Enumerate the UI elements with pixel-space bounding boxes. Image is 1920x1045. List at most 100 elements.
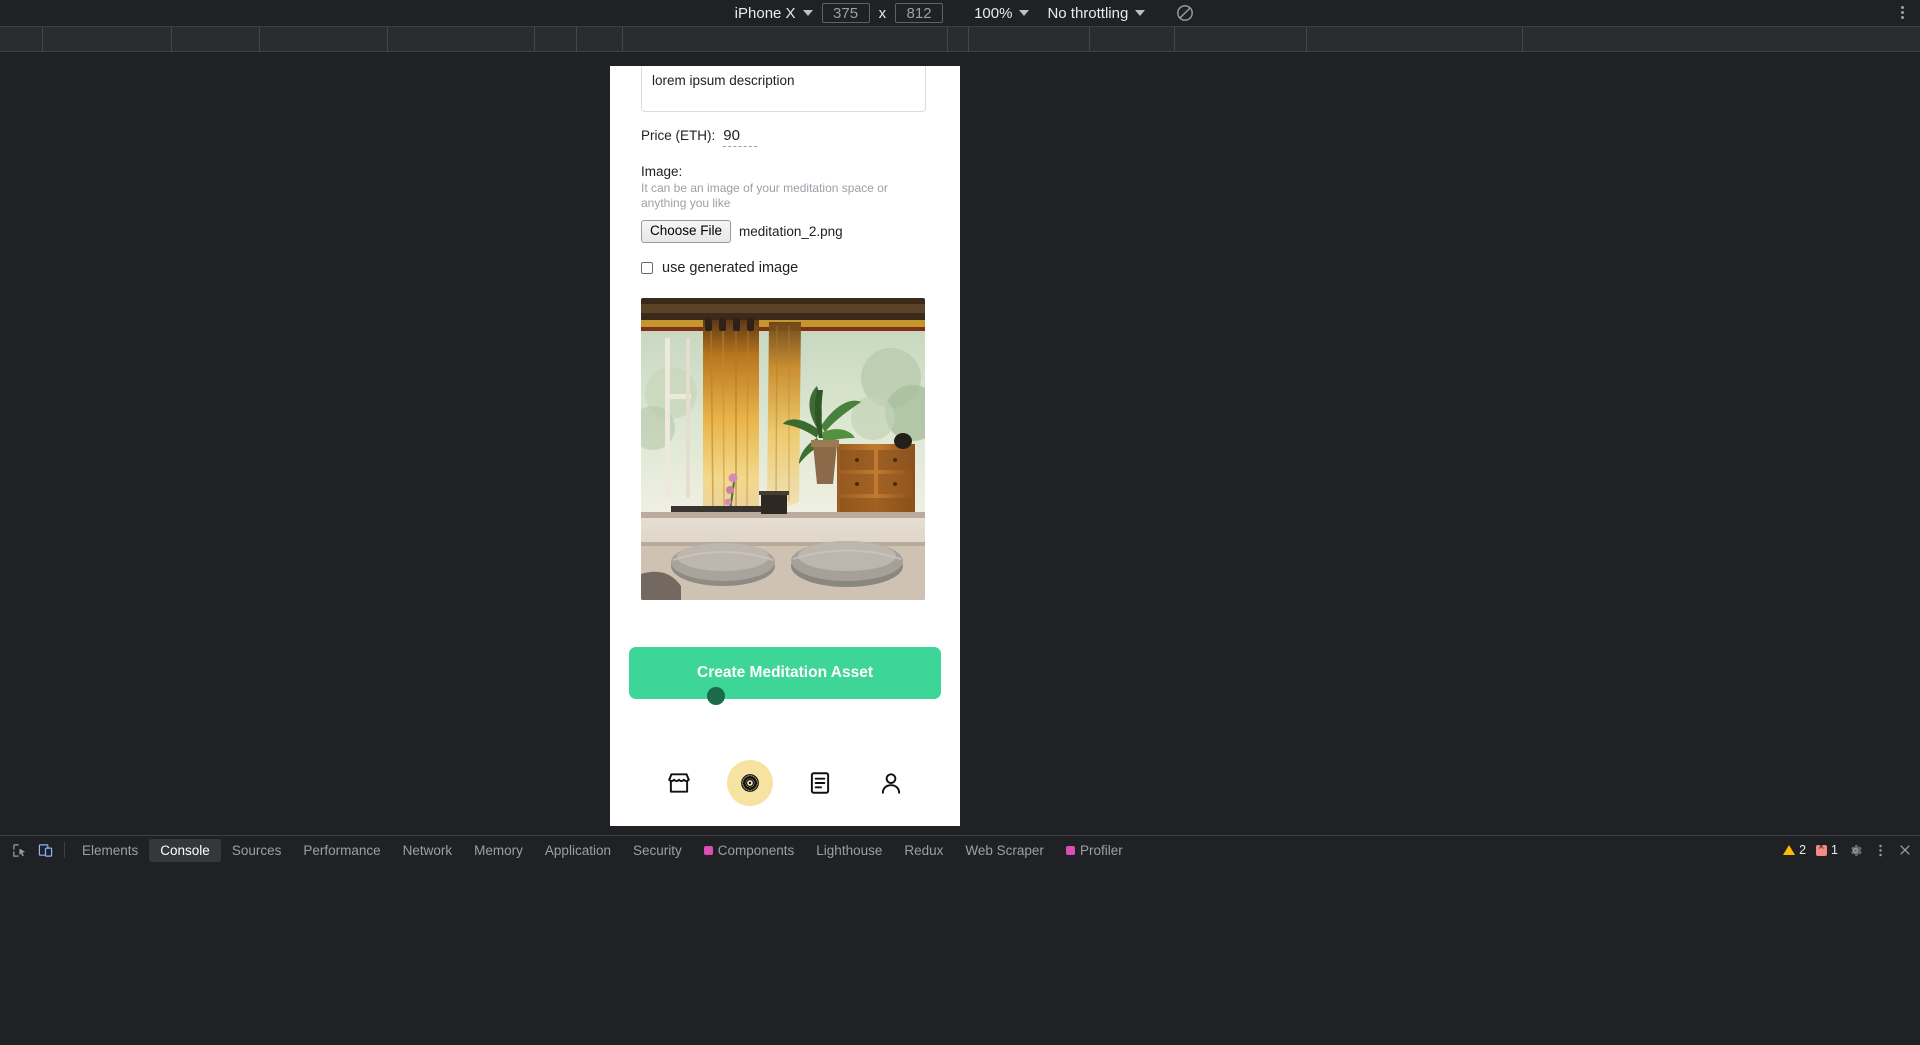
use-generated-image-checkbox[interactable] [641,261,653,274]
devtools-tab-components[interactable]: Components [693,839,806,862]
warning-counter[interactable]: 2 [1783,843,1806,857]
tab-label: Console [160,842,210,858]
device-select-label: iPhone X [734,4,796,22]
person-icon [878,770,904,796]
image-preview [641,297,925,600]
devtools-tab-bar: Elements Console Sources Performance Net… [0,836,1920,864]
ruler-tick [1089,27,1090,51]
choose-file-button[interactable]: Choose File [641,219,732,243]
dot [1901,6,1904,9]
nav-item-profile[interactable] [868,760,914,806]
devtools-tab-profiler[interactable]: Profiler [1055,839,1134,862]
device-controls-group: iPhone X x 100% No throttling [726,3,1195,23]
ruler-tick [171,27,172,51]
viewport-height-input[interactable] [895,3,944,23]
ruler-tick [387,27,388,51]
ruler-tick [1306,27,1307,51]
devtools-tab-bar-right: 2 1 [1783,836,1912,864]
devtools-tab-redux[interactable]: Redux [893,839,954,862]
error-count: 1 [1831,843,1838,857]
devtools-tab-sources[interactable]: Sources [221,839,293,862]
devtools-tab-console[interactable]: Console [149,838,221,862]
zoom-select-label: 100% [974,4,1013,22]
ruler-tick [42,27,43,51]
nav-item-meditate[interactable] [726,760,773,806]
ruler-tick [534,27,535,51]
rotate-icon[interactable] [1176,4,1194,22]
ruler-tick [1522,27,1523,51]
dimension-separator: x [878,4,887,22]
toolbar-more-options-button[interactable] [1897,4,1908,21]
emulated-page-viewport: lorem ipsum description Price (ETH): Ima… [610,66,960,826]
device-select[interactable]: iPhone X [726,3,822,23]
tab-label: Memory [474,842,523,858]
create-meditation-asset-button[interactable]: Create Meditation Asset [629,646,941,705]
storefront-icon [666,770,692,796]
price-input[interactable] [723,127,758,147]
viewport-width-input[interactable] [821,3,870,23]
devtools-panel: Elements Console Sources Performance Net… [0,835,1920,1045]
ruler-tick [947,27,948,51]
react-badge-icon [703,845,713,855]
tab-label: Performance [303,842,381,858]
file-input-row: Choose File meditation_2.png [641,219,929,243]
chevron-down-icon [802,10,813,16]
cursor-indicator [707,686,725,705]
device-toolbar-icon[interactable] [32,838,58,862]
use-generated-image-row[interactable]: use generated image [641,260,929,276]
bottom-navigation-bar [610,740,960,826]
tab-label: Profiler [1079,842,1123,858]
throttling-select-label: No throttling [1047,4,1129,22]
devtools-tab-performance[interactable]: Performance [292,839,391,862]
mandala-icon [737,770,763,796]
ruler-tick [1174,27,1175,51]
create-asset-form: lorem ipsum description Price (ETH): Ima… [610,66,960,705]
close-icon[interactable] [1898,843,1912,857]
zoom-select[interactable]: 100% [965,3,1038,23]
chevron-down-icon [1135,10,1146,16]
emulated-viewport-stage: lorem ipsum description Price (ETH): Ima… [0,52,1920,835]
use-generated-image-label: use generated image [662,259,799,276]
devtools-tab-lighthouse[interactable]: Lighthouse [805,839,893,862]
tab-label: Lighthouse [816,842,883,858]
selected-file-name: meditation_2.png [739,223,843,239]
tab-label: Network [402,842,453,858]
more-vertical-icon[interactable] [1873,843,1888,858]
devtools-tab-memory[interactable]: Memory [463,839,534,862]
gear-icon[interactable] [1848,843,1863,858]
nav-item-journal[interactable] [797,760,843,806]
devtools-tab-web-scraper[interactable]: Web Scraper [954,839,1055,862]
error-counter[interactable]: 1 [1816,842,1838,857]
throttling-select[interactable]: No throttling [1038,3,1154,23]
chevron-down-icon [1019,10,1030,16]
react-badge-icon [1065,845,1075,855]
nav-item-marketplace[interactable] [656,760,702,806]
tab-label: Web Scraper [965,842,1044,858]
toolbar-divider [64,842,65,858]
tab-label: Elements [82,842,139,858]
ruler-tick [968,27,969,51]
ruler-tick [576,27,577,51]
ruler-tick [622,27,623,51]
dot [1901,11,1904,14]
devtools-tab-application[interactable]: Application [534,839,622,862]
devtools-tab-network[interactable]: Network [392,839,464,862]
tab-label: Components [717,842,795,858]
tab-label: Redux [904,842,944,858]
inspect-element-icon[interactable] [6,838,32,862]
description-textarea[interactable]: lorem ipsum description [641,66,926,112]
price-field-row: Price (ETH): [641,127,929,147]
warning-triangle-icon [1783,845,1796,855]
tab-label: Application [544,842,611,858]
dot [1901,16,1904,19]
tab-label: Security [632,842,682,858]
device-emulation-toolbar: iPhone X x 100% No throttling [0,0,1920,26]
image-hint: It can be an image of your meditation sp… [641,181,888,211]
meditation-room-photo [641,297,925,600]
error-circle-icon [1816,842,1828,856]
tab-label: Sources [231,842,282,858]
ruler-tick [259,27,260,51]
devtools-tab-security[interactable]: Security [622,839,693,862]
devtools-tab-elements[interactable]: Elements [71,839,149,862]
warning-count: 2 [1799,843,1807,857]
